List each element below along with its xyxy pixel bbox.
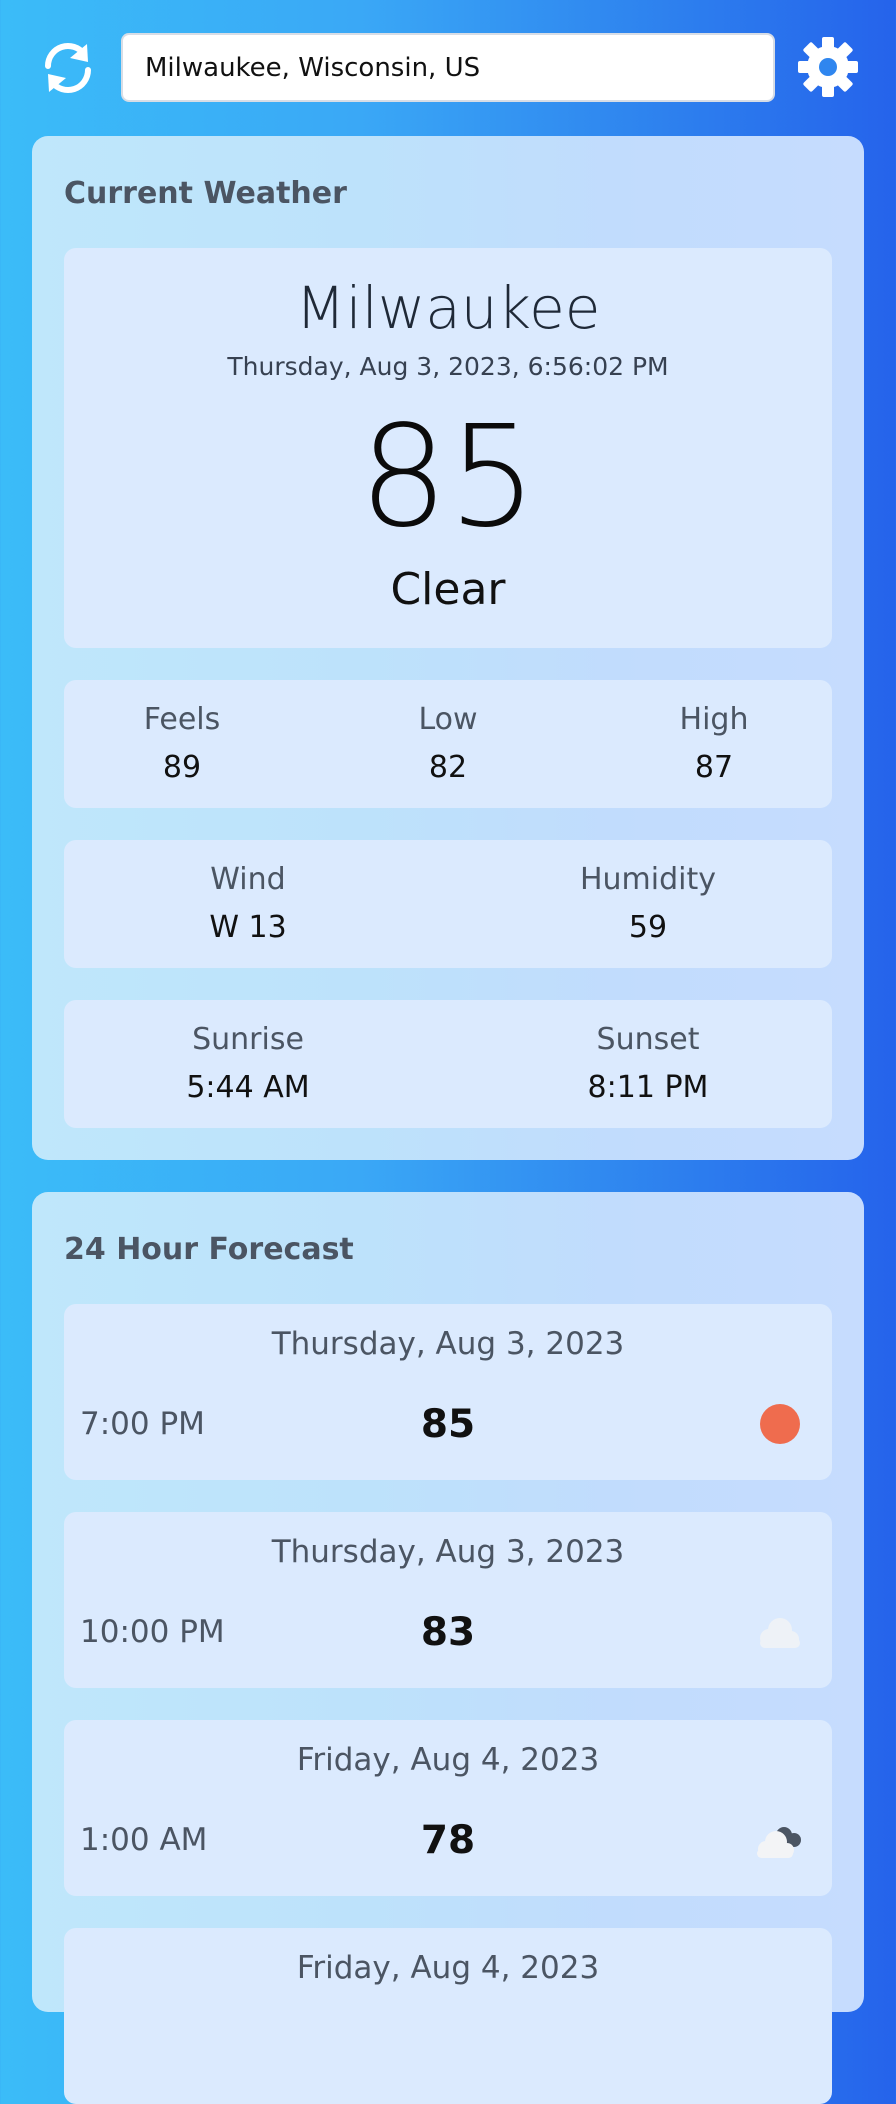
sun-icon	[760, 1404, 800, 1444]
feels-value: 89	[162, 750, 202, 785]
wind-humidity-card: Wind W 13 Humidity 59	[64, 840, 832, 968]
current-weather-panel: Current Weather Milwaukee Thursday, Aug …	[32, 136, 864, 1160]
forecast-item: Friday, Aug 4, 2023 1:00 AM 78	[64, 1720, 832, 1896]
sunset-value: 8:11 PM	[587, 1070, 709, 1105]
gear-icon	[798, 37, 858, 97]
wind-label: Wind	[210, 862, 286, 897]
refresh-button[interactable]	[40, 40, 96, 96]
forecast-date: Thursday, Aug 3, 2023	[271, 1534, 625, 1570]
feels-stat: Feels 89	[64, 680, 300, 808]
high-label: High	[679, 702, 749, 737]
refresh-icon	[45, 43, 91, 93]
top-bar	[0, 0, 896, 136]
current-datetime: Thursday, Aug 3, 2023, 6:56:02 PM	[227, 352, 669, 381]
humidity-value: 59	[628, 910, 668, 945]
humidity-label: Humidity	[579, 862, 717, 897]
low-label: Low	[418, 702, 478, 737]
forecast-panel: 24 Hour Forecast Thursday, Aug 3, 2023 7…	[32, 1192, 864, 2104]
current-condition: Clear	[390, 564, 506, 615]
forecast-title: 24 Hour Forecast	[64, 1232, 354, 1267]
location-search-input[interactable]	[121, 33, 775, 102]
cloudy-night-icon	[757, 1827, 801, 1858]
forecast-temp: 83	[420, 1610, 476, 1655]
sunrise-stat: Sunrise 5:44 AM	[148, 1000, 348, 1128]
wind-value: W 13	[209, 910, 287, 945]
wind-stat: Wind W 13	[148, 840, 348, 968]
forecast-temp: 78	[420, 1818, 476, 1863]
sunset-stat: Sunset 8:11 PM	[548, 1000, 748, 1128]
forecast-date: Friday, Aug 4, 2023	[296, 1950, 600, 1986]
forecast-item: Thursday, Aug 3, 2023 10:00 PM 83	[64, 1512, 832, 1688]
city-name: Milwaukee	[295, 274, 601, 342]
current-weather-title: Current Weather	[64, 176, 347, 211]
feels-label: Feels	[143, 702, 221, 737]
current-temperature: 85	[358, 396, 538, 559]
sun-times-card: Sunrise 5:44 AM Sunset 8:11 PM	[64, 1000, 832, 1128]
forecast-item: Thursday, Aug 3, 2023 7:00 PM 85	[64, 1304, 832, 1480]
temps-card: Feels 89 Low 82 High 87	[64, 680, 832, 808]
forecast-temp: 85	[420, 1402, 476, 1447]
forecast-date: Thursday, Aug 3, 2023	[271, 1326, 625, 1362]
sunset-label: Sunset	[596, 1022, 700, 1057]
settings-button[interactable]	[796, 35, 860, 99]
sunrise-value: 5:44 AM	[186, 1070, 310, 1105]
humidity-stat: Humidity 59	[548, 840, 748, 968]
cloud-icon	[760, 1618, 800, 1648]
low-stat: Low 82	[330, 680, 566, 808]
forecast-item: Friday, Aug 4, 2023	[64, 1928, 832, 2104]
forecast-date: Friday, Aug 4, 2023	[296, 1742, 600, 1778]
current-summary-card: Milwaukee Thursday, Aug 3, 2023, 6:56:02…	[64, 248, 832, 648]
high-stat: High 87	[596, 680, 832, 808]
high-value: 87	[694, 750, 734, 785]
low-value: 82	[428, 750, 468, 785]
sunrise-label: Sunrise	[192, 1022, 304, 1057]
